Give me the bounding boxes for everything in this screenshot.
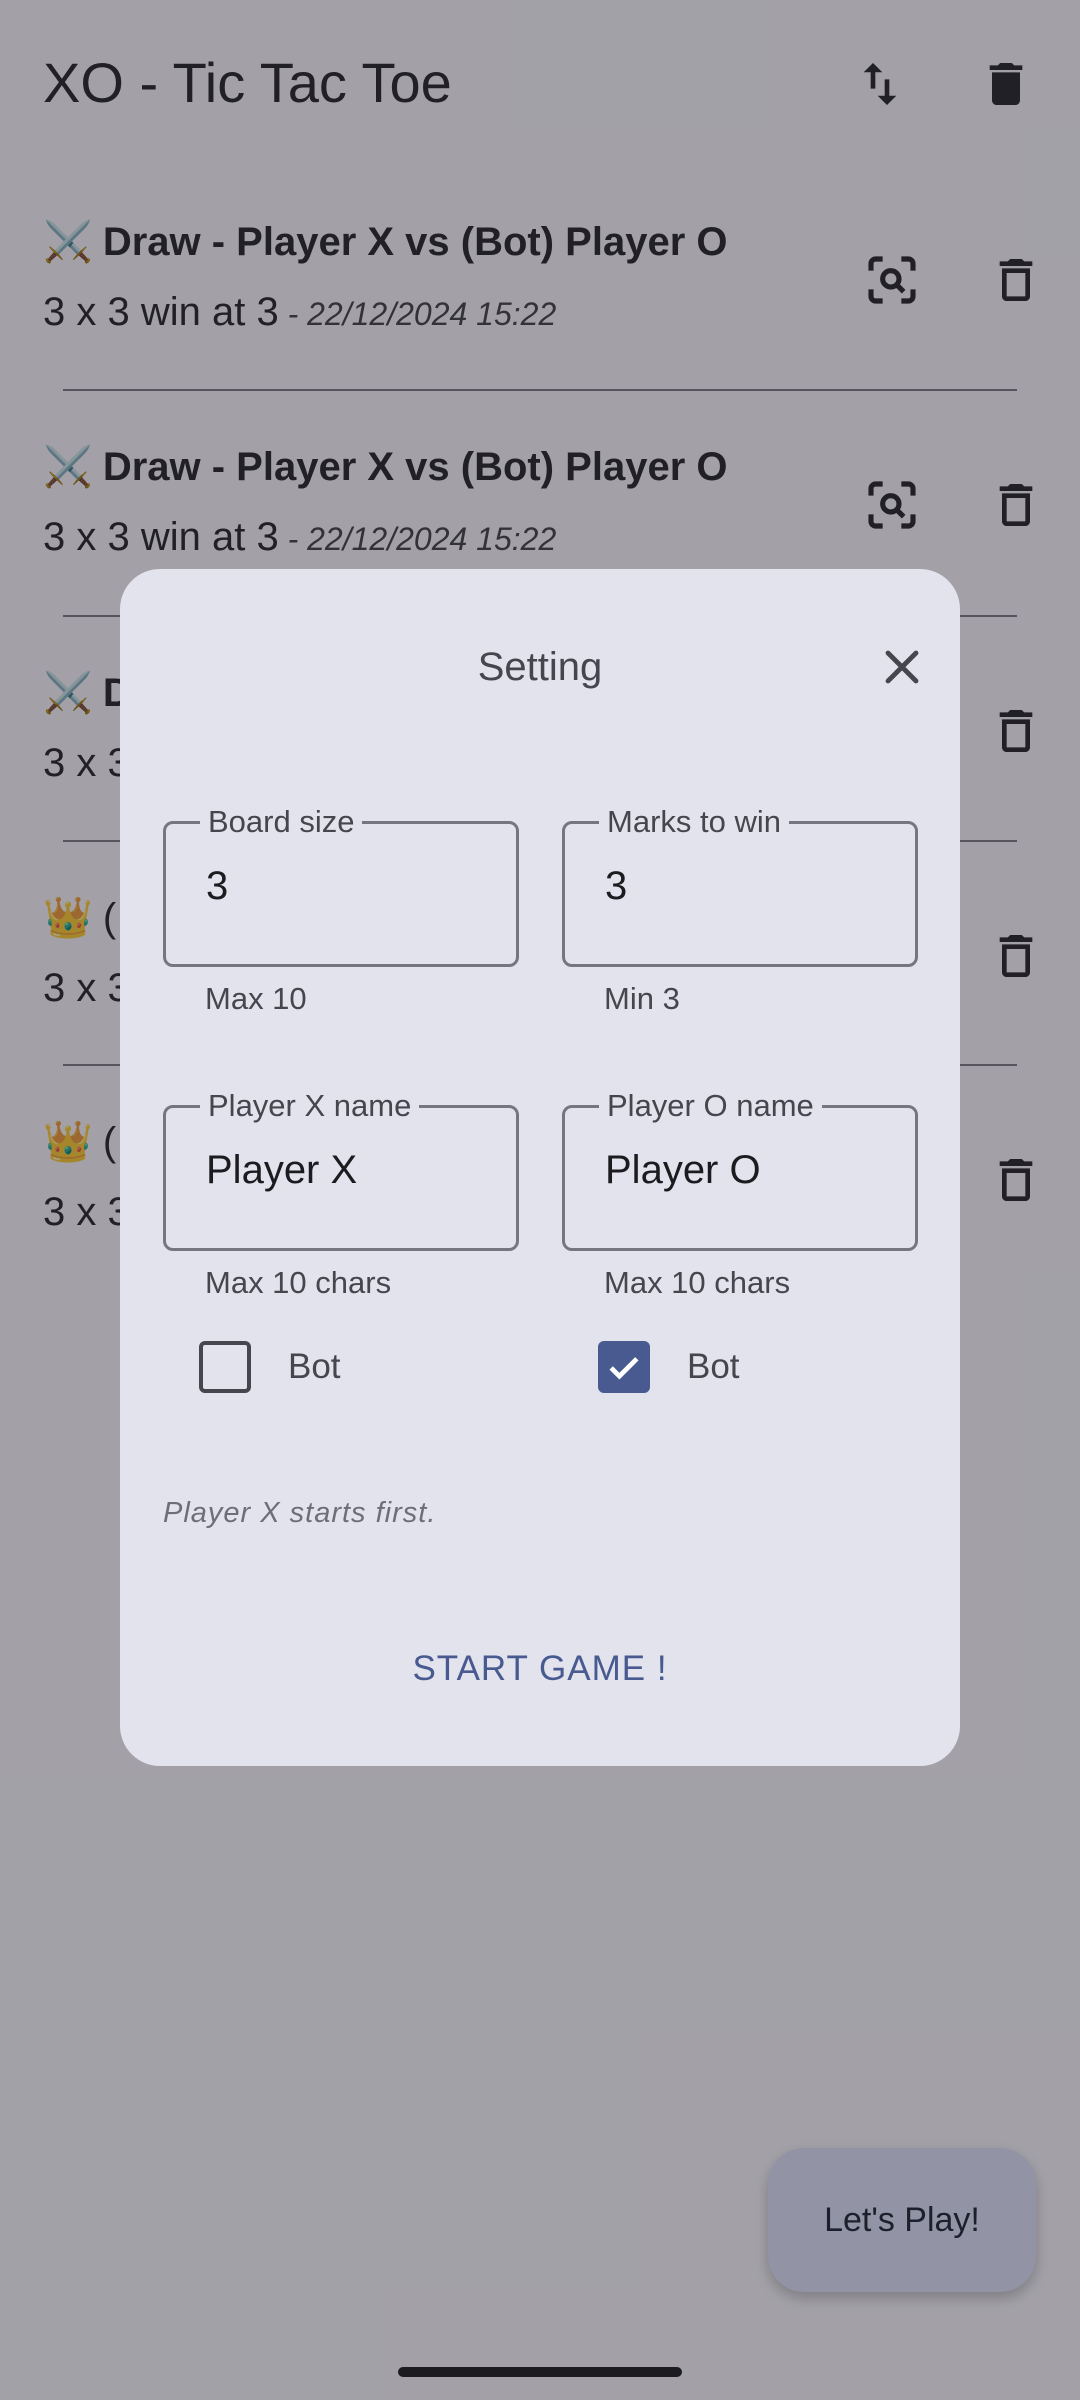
player-x-name-helper: Max 10 chars (205, 1265, 392, 1300)
player-o-name-label: Player O name (599, 1086, 822, 1126)
settings-dialog: Setting Board size Max 10 Marks to win M… (120, 569, 960, 1766)
board-size-field[interactable]: Board size (163, 802, 519, 967)
player-x-bot-label: Bot (288, 1347, 341, 1386)
dialog-title: Setting (477, 645, 603, 689)
board-size-helper: Max 10 (205, 981, 307, 1016)
gesture-nav-handle[interactable] (398, 2367, 682, 2377)
marks-to-win-field[interactable]: Marks to win (562, 802, 918, 967)
marks-to-win-helper: Min 3 (604, 981, 680, 1016)
check-icon (609, 1357, 639, 1380)
player-x-name-field[interactable]: Player X name (163, 1086, 519, 1251)
player-x-name-input[interactable] (206, 1148, 496, 1193)
start-order-note: Player X starts first. (163, 1497, 437, 1529)
player-x-bot-checkbox[interactable] (199, 1341, 251, 1393)
close-button[interactable] (866, 631, 938, 703)
player-o-bot-checkbox[interactable] (598, 1341, 650, 1393)
close-icon (885, 650, 919, 684)
player-o-bot-label: Bot (687, 1347, 740, 1386)
player-o-name-input[interactable] (605, 1148, 895, 1193)
start-game-button[interactable]: START GAME ! (380, 1629, 700, 1709)
board-size-label: Board size (200, 802, 363, 842)
player-x-name-label: Player X name (200, 1086, 420, 1126)
player-o-name-helper: Max 10 chars (604, 1265, 791, 1300)
board-size-input[interactable] (206, 864, 496, 909)
marks-to-win-input[interactable] (605, 864, 895, 909)
player-o-name-field[interactable]: Player O name (562, 1086, 918, 1251)
marks-to-win-label: Marks to win (599, 802, 789, 842)
